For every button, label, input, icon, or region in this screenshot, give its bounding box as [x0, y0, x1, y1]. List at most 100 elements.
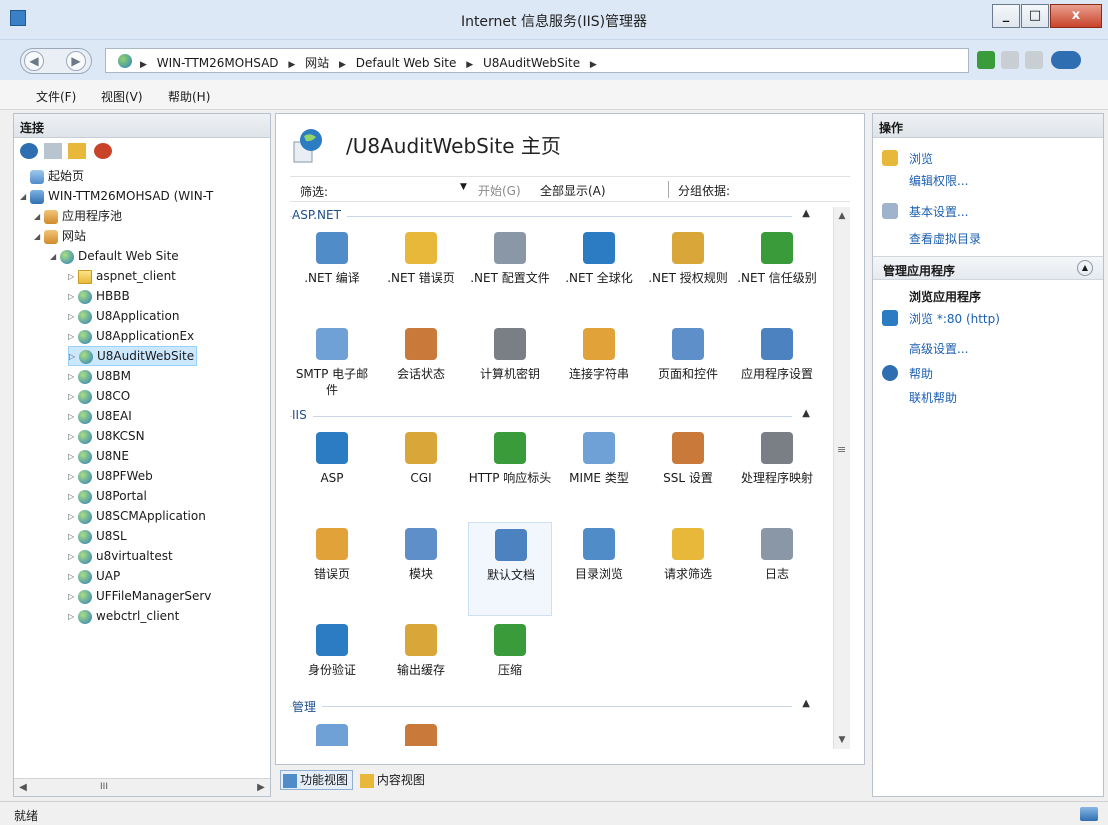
- scroll-left-arrow-icon[interactable]: ◀: [15, 780, 31, 795]
- action-edit-permissions[interactable]: 编辑权限...: [909, 172, 968, 189]
- feature-item[interactable]: .NET 全球化: [557, 226, 641, 320]
- up-level-icon[interactable]: [68, 143, 86, 159]
- feature-item[interactable]: 应用程序设置: [735, 322, 819, 416]
- action-view-virtual-dirs[interactable]: 查看虚拟目录: [909, 230, 981, 247]
- section-header[interactable]: 管理 ▲: [290, 698, 820, 715]
- breadcrumb[interactable]: ▶ WIN-TTM26MOHSAD ▶ 网站 ▶ Default Web Sit…: [105, 48, 969, 73]
- tree-node[interactable]: ▷ webctrl_client: [68, 606, 179, 626]
- expand-icon[interactable]: ▷: [68, 567, 78, 587]
- tree-node[interactable]: ▷ U8Portal: [68, 486, 147, 506]
- tree-node[interactable]: 起始页: [20, 166, 84, 186]
- scroll-up-arrow-icon[interactable]: ▲: [835, 208, 849, 224]
- tab-content-view[interactable]: 内容视图: [357, 770, 430, 790]
- expand-icon[interactable]: ▷: [68, 547, 78, 567]
- expand-icon[interactable]: ▷: [68, 267, 78, 287]
- home-icon[interactable]: [1025, 51, 1043, 69]
- feature-item[interactable]: .NET 信任级别: [735, 226, 819, 320]
- help-dropdown-icon[interactable]: [1051, 51, 1081, 69]
- expand-icon[interactable]: ◢: [50, 247, 60, 267]
- collapse-section-icon[interactable]: ▲: [802, 208, 810, 219]
- minimize-button[interactable]: _: [992, 4, 1020, 28]
- filter-dropdown-icon[interactable]: ▼: [460, 182, 467, 192]
- action-basic-settings[interactable]: 基本设置...: [909, 203, 968, 220]
- tree-node[interactable]: ▷ UFFileManagerServ: [68, 586, 211, 606]
- expand-icon[interactable]: ◢: [34, 227, 44, 247]
- disconnect-icon[interactable]: [94, 143, 112, 159]
- feature-item[interactable]: 计算机密钥: [468, 322, 552, 416]
- breadcrumb-default-web-site[interactable]: Default Web Site: [356, 56, 457, 70]
- vertical-scrollbar[interactable]: ▲ ≡ ▼: [833, 207, 850, 749]
- expand-icon[interactable]: ▷: [68, 367, 78, 387]
- feature-item[interactable]: 日志: [735, 522, 819, 616]
- feature-item[interactable]: 连接字符串: [557, 322, 641, 416]
- feature-item[interactable]: MIME 类型: [557, 426, 641, 520]
- tree-node[interactable]: ▷ U8AuditWebSite: [68, 346, 198, 366]
- scroll-right-arrow-icon[interactable]: ▶: [253, 780, 269, 795]
- collapse-section-icon[interactable]: ▲: [802, 408, 810, 419]
- back-button[interactable]: ◀: [24, 51, 44, 71]
- breadcrumb-u8auditwebsite[interactable]: U8AuditWebSite: [483, 56, 580, 70]
- tree-node[interactable]: ▷ U8Application: [68, 306, 179, 326]
- tree-node[interactable]: ▷ U8PFWeb: [68, 466, 153, 486]
- feature-item[interactable]: SSL 设置: [646, 426, 730, 520]
- expand-icon[interactable]: ▷: [68, 487, 78, 507]
- feature-item[interactable]: SMTP 电子邮件: [290, 322, 374, 416]
- feature-item[interactable]: ASP: [290, 426, 374, 520]
- scroll-thumb[interactable]: III: [94, 782, 114, 793]
- tab-features-view[interactable]: 功能视图: [280, 770, 354, 790]
- maximize-button[interactable]: □: [1021, 4, 1049, 28]
- tree-node[interactable]: ▷ U8SL: [68, 526, 127, 546]
- expand-icon[interactable]: ▷: [68, 327, 78, 347]
- tree-node[interactable]: ◢ 网站: [34, 226, 86, 246]
- expand-icon[interactable]: ▷: [68, 447, 78, 467]
- expand-icon[interactable]: ◢: [34, 207, 44, 227]
- expand-icon[interactable]: ▷: [68, 307, 78, 327]
- close-button[interactable]: x: [1050, 4, 1102, 28]
- tree-node[interactable]: ◢ WIN-TTM26MOHSAD (WIN-T: [20, 186, 213, 206]
- feature-item[interactable]: 处理程序映射: [735, 426, 819, 520]
- tree-node[interactable]: ▷ U8EAI: [68, 406, 132, 426]
- feature-item[interactable]: 目录浏览: [557, 522, 641, 616]
- feature-item[interactable]: 会话状态: [379, 322, 463, 416]
- tree-node[interactable]: ▷ HBBB: [68, 286, 130, 306]
- expand-icon[interactable]: ▷: [69, 348, 79, 366]
- feature-item[interactable]: .NET 编译: [290, 226, 374, 320]
- action-help[interactable]: 帮助: [909, 365, 933, 382]
- expand-icon[interactable]: ▷: [68, 527, 78, 547]
- feature-item[interactable]: 模块: [379, 522, 463, 616]
- tree-node[interactable]: ▷ UAP: [68, 566, 120, 586]
- feature-item[interactable]: 错误页: [290, 522, 374, 616]
- section-header[interactable]: ASP.NET ▲: [290, 208, 820, 224]
- tree-node[interactable]: ▷ U8SCMApplication: [68, 506, 206, 526]
- collapse-icon[interactable]: ▲: [1077, 260, 1093, 276]
- menu-help[interactable]: 帮助(H): [168, 88, 210, 105]
- save-icon[interactable]: [44, 143, 62, 159]
- feature-item[interactable]: CGI: [379, 426, 463, 520]
- tree-node[interactable]: ▷ U8KCSN: [68, 426, 145, 446]
- feature-item[interactable]: [379, 718, 463, 746]
- manage-app-section[interactable]: 管理应用程序 ▲: [873, 256, 1103, 280]
- go-button[interactable]: 开始(G): [478, 182, 521, 199]
- breadcrumb-sites[interactable]: 网站: [305, 56, 329, 70]
- expand-icon[interactable]: ◢: [20, 187, 30, 207]
- tree-node[interactable]: ▷ U8CO: [68, 386, 130, 406]
- expand-icon[interactable]: ▷: [68, 387, 78, 407]
- expand-icon[interactable]: ▷: [68, 587, 78, 607]
- collapse-section-icon[interactable]: ▲: [802, 698, 810, 709]
- forward-button[interactable]: ▶: [66, 51, 86, 71]
- action-browse-http[interactable]: 浏览 *:80 (http): [909, 310, 1000, 327]
- feature-item[interactable]: .NET 配置文件: [468, 226, 552, 320]
- tree-node[interactable]: ▷ U8BM: [68, 366, 131, 386]
- menu-view[interactable]: 视图(V): [101, 88, 143, 105]
- tree-node[interactable]: ▷ U8ApplicationEx: [68, 326, 194, 346]
- section-header[interactable]: IIS ▲: [290, 408, 820, 424]
- connect-icon[interactable]: [20, 143, 38, 159]
- feature-item[interactable]: .NET 授权规则: [646, 226, 730, 320]
- expand-icon[interactable]: ▷: [68, 407, 78, 427]
- feature-item[interactable]: .NET 错误页: [379, 226, 463, 320]
- action-online-help[interactable]: 联机帮助: [909, 389, 957, 406]
- tree-node[interactable]: ▷ aspnet_client: [68, 266, 176, 286]
- menu-file[interactable]: 文件(F): [36, 88, 76, 105]
- horizontal-scrollbar[interactable]: ◀ III ▶: [14, 778, 270, 796]
- breadcrumb-server[interactable]: WIN-TTM26MOHSAD: [157, 56, 279, 70]
